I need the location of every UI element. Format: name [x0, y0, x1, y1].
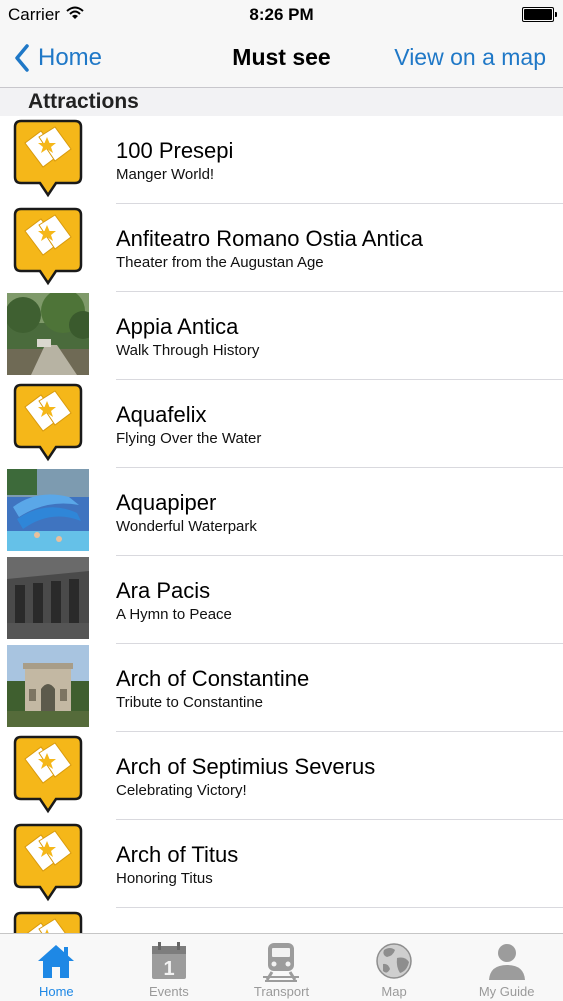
list-item[interactable]: Aquapiper Wonderful Waterpark — [0, 468, 563, 556]
attraction-placeholder-icon — [7, 117, 89, 199]
list-item[interactable]: Arch of Titus Honoring Titus — [0, 820, 563, 908]
item-title: Ara Pacis — [116, 578, 211, 603]
tab-label: Map — [381, 984, 407, 999]
tab-label: My Guide — [478, 984, 535, 999]
attraction-thumbnail — [7, 557, 89, 639]
item-title: Aquafelix — [116, 402, 207, 427]
battery-icon — [522, 7, 557, 22]
tab-bar: Home 1 Events Transport Map My Guide — [0, 933, 563, 1001]
attraction-thumbnail — [7, 469, 89, 551]
item-subtitle: Wonderful Waterpark — [116, 518, 257, 535]
attraction-placeholder-icon — [7, 205, 89, 287]
tab-label: Events — [149, 984, 189, 999]
home-icon — [38, 945, 75, 978]
globe-icon — [376, 943, 412, 979]
view-on-map-button[interactable]: View on a map — [394, 44, 546, 71]
item-subtitle: Celebrating Victory! — [116, 782, 247, 799]
item-title: Appia Antica — [116, 314, 239, 339]
tab-map[interactable]: Map — [338, 934, 451, 1001]
list-item[interactable]: Appia Antica Walk Through History — [0, 292, 563, 380]
list-item[interactable]: Anfiteatro Romano Ostia Antica Theater fr… — [0, 204, 563, 292]
list-item[interactable]: Ara Pacis A Hymn to Peace — [0, 556, 563, 644]
chevron-left-icon — [15, 44, 29, 72]
section-header: Attractions — [0, 88, 563, 116]
attraction-placeholder-icon — [7, 733, 89, 815]
attraction-placeholder-icon — [7, 381, 89, 463]
section-header-label: Attractions — [28, 90, 139, 113]
navigation-bar: Home Must see View on a map — [0, 30, 563, 88]
person-icon — [488, 944, 525, 980]
item-subtitle: Flying Over the Water — [116, 430, 262, 447]
item-title: Anfiteatro Romano Ostia Antica — [116, 226, 423, 251]
item-subtitle: Tribute to Constantine — [116, 694, 264, 711]
tab-events[interactable]: 1 Events — [113, 934, 226, 1001]
list-item[interactable]: Arch of Septimius Severus Celebrating Vic… — [0, 732, 563, 820]
item-subtitle: Manger World! — [116, 166, 215, 183]
tab-my-guide[interactable]: My Guide — [450, 934, 563, 1001]
status-bar: Carrier 8:26 PM — [0, 0, 563, 30]
attractions-list: 100 Presepi Manger World! Anfiteatro Roman… — [0, 116, 563, 996]
tab-home[interactable]: Home — [0, 934, 113, 1001]
item-title: Aquapiper — [116, 490, 217, 515]
back-button[interactable]: Home — [14, 42, 102, 74]
item-subtitle: Walk Through History — [116, 342, 260, 359]
item-subtitle: A Hymn to Peace — [116, 606, 232, 623]
train-icon — [263, 943, 300, 982]
list-item[interactable]: 100 Presepi Manger World! — [0, 116, 563, 204]
attraction-thumbnail — [7, 645, 89, 727]
attraction-thumbnail — [7, 293, 89, 375]
svg-text:1: 1 — [163, 958, 174, 980]
status-time: 8:26 PM — [249, 5, 314, 24]
back-button-label: Home — [38, 44, 103, 71]
list-item[interactable]: Arch of Constantine Tribute to Constantin… — [0, 644, 563, 732]
tab-label: Home — [38, 984, 74, 999]
item-title: Arch of Septimius Severus — [116, 754, 376, 779]
item-subtitle: Theater from the Augustan Age — [116, 254, 324, 271]
tab-transport[interactable]: Transport — [225, 934, 338, 1001]
item-title: Arch of Titus — [116, 842, 239, 867]
item-title: 100 Presepi — [116, 138, 234, 163]
tab-label: Transport — [253, 984, 310, 999]
attraction-placeholder-icon — [7, 821, 89, 903]
item-title: Arch of Constantine — [116, 666, 310, 691]
item-subtitle: Honoring Titus — [116, 870, 213, 887]
calendar-icon: 1 — [151, 942, 186, 980]
list-item[interactable]: Aquafelix Flying Over the Water — [0, 380, 563, 468]
